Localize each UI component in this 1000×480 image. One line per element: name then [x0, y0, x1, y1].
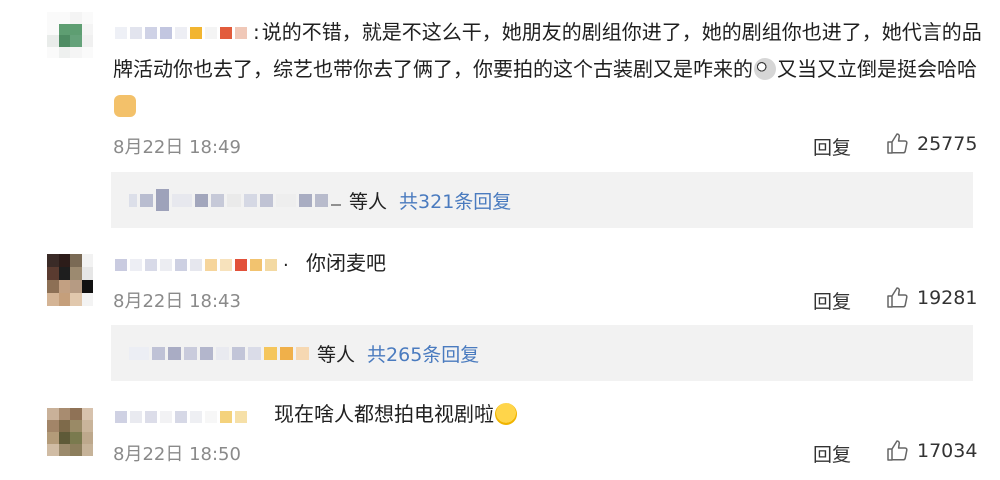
comment-text: 你闭麦吧	[306, 251, 386, 275]
crazy-face-emoji	[754, 58, 776, 80]
avatar[interactable]	[47, 408, 93, 456]
timestamp: 8月22日 18:43	[113, 291, 241, 312]
like-count: 19281	[917, 287, 978, 309]
comment-item: 现在啥人都想拍电视剧啦 8月22日 18:50 回复 17034	[0, 390, 1000, 480]
reply-users-suffix: 等人	[317, 343, 356, 366]
reply-users-blurred	[129, 346, 309, 360]
timestamp: 8月22日 18:50	[113, 444, 241, 465]
thumbs-up-emoji	[114, 95, 136, 117]
thumbs-up-icon	[887, 133, 908, 154]
view-replies-link[interactable]: 共321条回复	[399, 187, 511, 214]
reply-users-suffix: 等人	[349, 190, 388, 213]
reply-button[interactable]: 回复	[813, 133, 851, 160]
thumbs-up-icon	[887, 440, 908, 461]
comment-text: : 说的不错，就是不这么干，她朋友的剧组你进了，她的剧组你也进了，她代言的品牌活动…	[113, 14, 983, 125]
view-replies-link[interactable]: 共265条回复	[367, 340, 479, 367]
like-count: 17034	[917, 440, 978, 462]
avatar[interactable]	[47, 12, 93, 58]
reply-button[interactable]: 回复	[813, 287, 851, 314]
like-count: 25775	[917, 133, 978, 155]
username-blurred[interactable]: ·	[115, 255, 289, 276]
like-button[interactable]: 25775	[885, 132, 977, 156]
thinking-face-emoji	[495, 403, 517, 425]
thumbs-up-icon	[887, 287, 908, 308]
avatar[interactable]	[47, 254, 93, 306]
reply-button[interactable]: 回复	[813, 440, 851, 467]
comment-text: 现在啥人都想拍电视剧啦	[274, 396, 874, 433]
reply-users-blurred	[129, 189, 341, 211]
replies-summary[interactable]: 等人 共321条回复	[111, 172, 973, 228]
username-blurred[interactable]	[115, 407, 247, 427]
comment-item: · 你闭麦吧 8月22日 18:43 回复 19281 等人 共265条回复	[0, 240, 1000, 390]
timestamp: 8月22日 18:49	[113, 137, 241, 158]
replies-summary[interactable]: 等人 共265条回复	[111, 325, 973, 381]
comment-item: : 说的不错，就是不这么干，她朋友的剧组你进了，她的剧组你也进了，她代言的品牌活动…	[0, 0, 1000, 240]
like-button[interactable]: 17034	[885, 439, 977, 463]
like-button[interactable]: 19281	[885, 286, 977, 310]
